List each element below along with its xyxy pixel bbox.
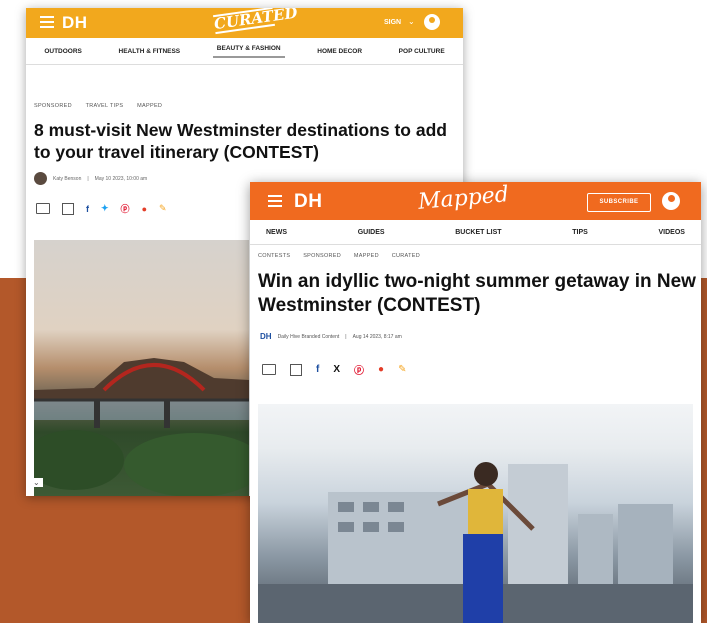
article-hero-image [26, 240, 264, 496]
tag-sponsored[interactable]: SPONSORED [34, 103, 72, 109]
curated-logo[interactable]: CURATED [212, 8, 299, 35]
nav-item-guides[interactable]: GUIDES [358, 229, 385, 236]
byline-date: May 10 2023, 10:00 am [94, 175, 148, 182]
mapped-logo[interactable]: Mapped [417, 182, 510, 215]
facebook-icon[interactable]: f [86, 204, 89, 214]
chevron-down-icon[interactable]: ⌄ [408, 17, 415, 26]
tag-mapped[interactable]: MAPPED [137, 103, 162, 109]
menu-icon[interactable] [40, 16, 54, 28]
reddit-icon[interactable]: ● [142, 204, 147, 214]
nav-item-pop-culture[interactable]: POP CULTURE [395, 48, 449, 55]
tag-contests[interactable]: CONTESTS [258, 253, 290, 259]
bookmark-icon[interactable] [290, 363, 302, 376]
site-logo[interactable]: DH [294, 191, 322, 213]
byline-author[interactable]: Katy Benson [53, 176, 81, 182]
print-icon[interactable] [36, 203, 50, 214]
byline-separator: | [87, 175, 89, 182]
byline: Katy Benson | May 10 2023, 10:00 am [34, 172, 147, 185]
chevron-down-icon[interactable]: ⌄ [30, 478, 43, 487]
curated-header: DH CURATED SIGN ⌄ [26, 8, 463, 38]
mapped-header: DH Mapped SUBSCRIBE [250, 182, 701, 220]
article-title: 8 must-visit New Westminster destination… [34, 120, 447, 162]
article-hero-image [258, 404, 693, 623]
nav-item-videos[interactable]: VIDEOS [659, 229, 685, 236]
article-tags: SPONSORED TRAVEL TIPS MAPPED [34, 103, 174, 109]
byline-separator: | [345, 333, 347, 340]
woman-city-photo [258, 462, 693, 623]
user-icon[interactable] [662, 192, 680, 210]
facebook-icon[interactable]: f [316, 364, 319, 375]
nav-item-bucket-list[interactable]: BUCKET LIST [455, 229, 501, 236]
site-logo[interactable]: DH [62, 13, 88, 33]
bridge-photo [26, 358, 264, 496]
article-title: Win an idyllic two-night summer getaway … [258, 271, 696, 316]
share-bar: f ✦ ⓟ ● ✎ [36, 202, 167, 215]
byline-logo: DH [260, 332, 272, 341]
pencil-icon[interactable]: ✎ [398, 364, 406, 375]
avatar [34, 172, 47, 185]
nav-item-beauty-fashion[interactable]: BEAUTY & FASHION [212, 45, 285, 58]
print-icon[interactable] [262, 364, 276, 375]
user-icon[interactable] [424, 14, 440, 30]
share-bar: f X ⓟ ● ✎ [262, 362, 406, 377]
tag-mapped[interactable]: MAPPED [354, 253, 379, 259]
tag-curated[interactable]: CURATED [392, 253, 420, 259]
nav-item-health-fitness[interactable]: HEALTH & FITNESS [115, 48, 185, 55]
byline: DH Daily Hive Branded Content | Aug 14 2… [260, 332, 402, 341]
tag-travel-tips[interactable]: TRAVEL TIPS [86, 103, 124, 109]
reddit-icon[interactable]: ● [378, 364, 384, 375]
nav-item-home-decor[interactable]: HOME DECOR [313, 48, 366, 55]
curated-nav: OUTDOORS HEALTH & FITNESS BEAUTY & FASHI… [26, 38, 463, 65]
subscribe-button[interactable]: SUBSCRIBE [587, 193, 651, 212]
nav-item-outdoors[interactable]: OUTDOORS [40, 48, 86, 55]
x-icon[interactable]: X [333, 364, 340, 375]
pinterest-icon[interactable]: ⓟ [354, 362, 364, 377]
twitter-icon[interactable]: ✦ [101, 203, 109, 214]
tag-sponsored[interactable]: SPONSORED [303, 253, 341, 259]
nav-item-news[interactable]: NEWS [266, 229, 287, 236]
mapped-article-card: DH Mapped SUBSCRIBE NEWS GUIDES BUCKET L… [250, 182, 701, 623]
sign-in-link[interactable]: SIGN [384, 19, 401, 26]
nav-item-tips[interactable]: TIPS [572, 229, 588, 236]
byline-date: Aug 14 2023, 8:17 am [352, 333, 402, 340]
mapped-nav: NEWS GUIDES BUCKET LIST TIPS VIDEOS [250, 220, 701, 245]
byline-author[interactable]: Daily Hive Branded Content [278, 334, 340, 340]
bookmark-icon[interactable] [62, 202, 74, 215]
article-tags: CONTESTS SPONSORED MAPPED CURATED [258, 253, 431, 259]
menu-icon[interactable] [268, 195, 282, 207]
pinterest-icon[interactable]: ⓟ [121, 202, 130, 215]
pencil-icon[interactable]: ✎ [159, 203, 167, 214]
